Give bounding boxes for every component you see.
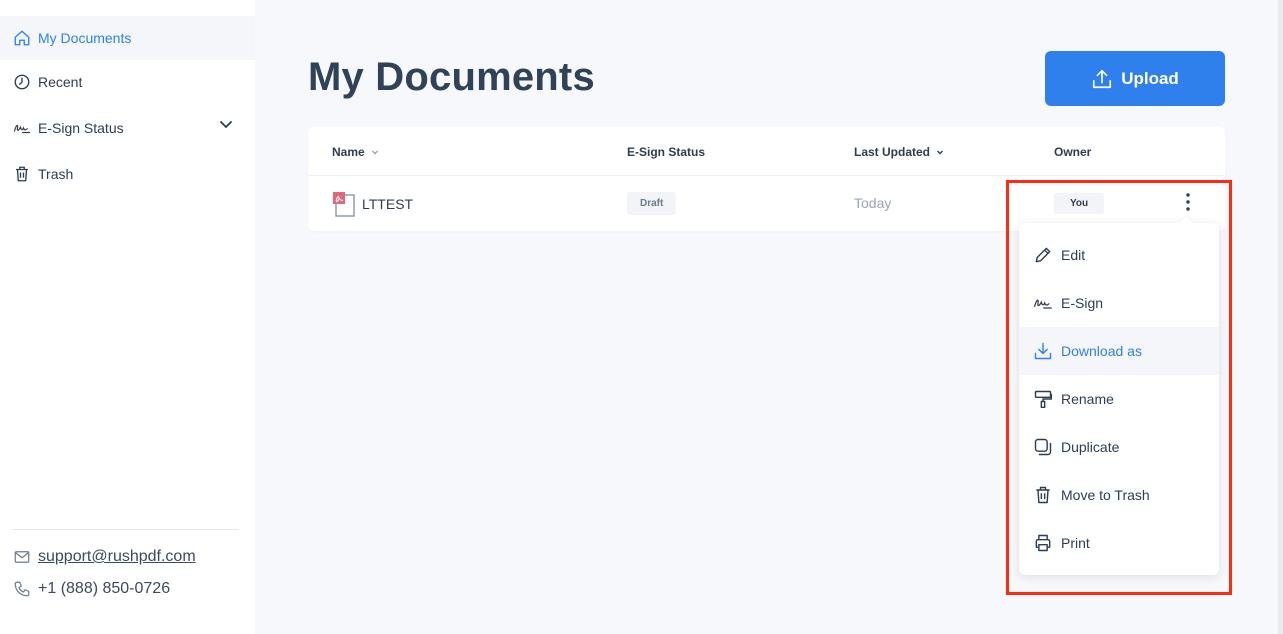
context-menu: Edit E-Sign Download as Rename Duplicate <box>1019 223 1219 575</box>
sidebar-item-label: Recent <box>38 74 83 90</box>
mail-icon <box>13 548 31 566</box>
sidebar-item-trash[interactable]: Trash <box>0 152 255 196</box>
menu-item-move-to-trash[interactable]: Move to Trash <box>1019 471 1219 519</box>
duplicate-icon <box>1033 437 1053 457</box>
sort-down-icon <box>371 150 378 155</box>
menu-item-edit[interactable]: Edit <box>1019 231 1219 279</box>
window-edge <box>1278 0 1283 634</box>
signature-icon <box>1033 293 1053 313</box>
status-badge: Draft <box>627 192 677 215</box>
column-header-label: E-Sign Status <box>627 145 706 159</box>
menu-item-duplicate[interactable]: Duplicate <box>1019 423 1219 471</box>
trash-icon <box>13 165 31 183</box>
menu-item-label: Edit <box>1061 247 1086 263</box>
signature-icon <box>13 119 31 137</box>
sidebar-item-esign-status[interactable]: E-Sign Status <box>0 104 255 152</box>
home-icon <box>13 29 31 47</box>
documents-table: Name E-Sign Status Last Updated Owner LT… <box>308 127 1225 231</box>
sidebar: My Documents Recent E-Sign Status Trash … <box>0 0 255 634</box>
support-email-link[interactable]: support@rushpdf.com <box>38 548 196 566</box>
sidebar-item-label: My Documents <box>38 30 132 46</box>
menu-item-esign[interactable]: E-Sign <box>1019 279 1219 327</box>
pencil-icon <box>1033 245 1053 265</box>
last-updated: Today <box>854 195 892 211</box>
column-header-owner: Owner <box>1054 145 1091 159</box>
download-icon <box>1033 341 1053 361</box>
column-header-label: Owner <box>1054 145 1092 159</box>
trash-icon <box>1033 485 1053 505</box>
menu-item-label: Duplicate <box>1061 439 1120 455</box>
column-header-label: Name <box>332 145 365 159</box>
sidebar-item-my-documents[interactable]: My Documents <box>0 16 255 60</box>
upload-button[interactable]: Upload <box>1045 51 1225 106</box>
sidebar-item-recent[interactable]: Recent <box>0 60 255 104</box>
column-header-name[interactable]: Name <box>332 145 379 159</box>
page-title: My Documents <box>308 55 595 99</box>
menu-item-print[interactable]: Print <box>1019 519 1219 567</box>
table-row-name[interactable]: LTTEST <box>332 191 413 217</box>
app-root: My Documents Recent E-Sign Status Trash … <box>0 0 1283 634</box>
menu-item-label: Move to Trash <box>1061 487 1150 503</box>
column-header-updated[interactable]: Last Updated <box>854 145 944 159</box>
menu-item-label: Rename <box>1061 391 1114 407</box>
menu-item-label: Download as <box>1061 343 1142 359</box>
column-header-label: Last Updated <box>854 145 931 159</box>
pdf-file-icon <box>333 192 355 217</box>
support-phone[interactable]: +1 (888) 850-0726 <box>38 580 170 598</box>
menu-item-download-as[interactable]: Download as <box>1019 327 1219 375</box>
contact-email: support@rushpdf.com <box>13 548 196 566</box>
upload-label: Upload <box>1121 68 1179 88</box>
phone-icon <box>13 580 31 598</box>
table-divider <box>308 175 1225 176</box>
clock-icon <box>13 73 31 91</box>
file-name: LTTEST <box>362 196 414 212</box>
sort-down-icon <box>937 150 944 155</box>
menu-item-label: E-Sign <box>1061 295 1104 311</box>
more-options-icon[interactable] <box>1178 191 1198 213</box>
contact-phone: +1 (888) 850-0726 <box>13 580 170 598</box>
sidebar-item-label: Trash <box>38 166 74 182</box>
menu-item-label: Print <box>1061 535 1090 551</box>
printer-icon <box>1033 533 1053 553</box>
column-header-esign: E-Sign Status <box>627 145 705 159</box>
sidebar-item-label: E-Sign Status <box>38 120 124 136</box>
sidebar-divider <box>12 529 239 530</box>
menu-item-rename[interactable]: Rename <box>1019 375 1219 423</box>
sidebar-nav: My Documents Recent E-Sign Status Trash <box>0 16 255 196</box>
upload-icon <box>1093 69 1112 88</box>
chevron-down-icon[interactable] <box>219 117 233 131</box>
paint-roller-icon <box>1033 389 1053 409</box>
owner-badge: You <box>1054 193 1105 214</box>
